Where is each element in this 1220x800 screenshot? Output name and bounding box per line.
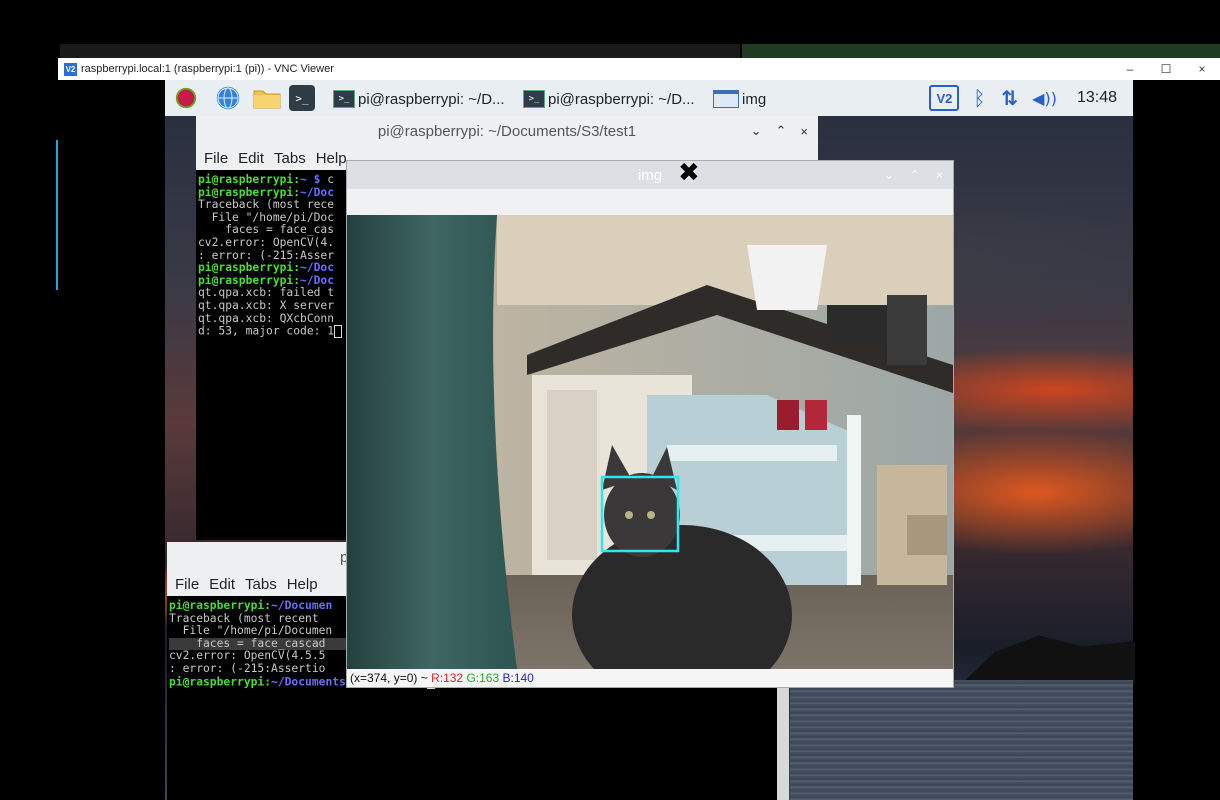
raspberry-menu-icon[interactable] xyxy=(173,85,199,111)
terminal-1-title: pi@raspberrypi: ~/Documents/S3/test1 xyxy=(377,122,637,140)
camera-image[interactable] xyxy=(347,215,953,669)
system-tray: V2 ᛒ ⇅ ◀)) 13:48 xyxy=(929,80,1133,116)
prompt-path: ~/Documen xyxy=(271,599,333,612)
img-title: img xyxy=(637,166,663,184)
cursor-coordinates: (x=374, y=0) ~ xyxy=(350,671,428,685)
img-statusbar: (x=374, y=0) ~ R:132 G:163 B:140 xyxy=(347,669,953,687)
task-img[interactable]: img xyxy=(713,87,766,111)
terminal-text: qt.qpa.xcb: X server xyxy=(198,298,335,312)
menu-help[interactable]: Help xyxy=(287,576,318,593)
terminal-2-scrollbar[interactable] xyxy=(777,686,789,800)
terminal-cursor xyxy=(334,325,343,339)
mouse-cursor-x-icon: ✖ xyxy=(678,158,700,188)
terminal-1-controls: ⌄ ⌃ × xyxy=(751,116,808,146)
prompt-path: ~/Doc xyxy=(300,261,335,275)
terminal-text: Traceback (most rece xyxy=(198,198,335,212)
menu-tabs[interactable]: Tabs xyxy=(245,576,277,593)
close-icon[interactable]: × xyxy=(936,168,943,182)
cat-photo xyxy=(347,215,953,669)
prompt-user-host: pi@raspberrypi: xyxy=(198,173,301,186)
prompt-user-host: pi@raspberrypi: xyxy=(169,675,272,689)
task-terminal-2[interactable]: >_ pi@raspberrypi: ~/D... xyxy=(523,87,695,111)
volume-icon[interactable]: ◀)) xyxy=(1032,89,1057,108)
pixel-blue-value: B:140 xyxy=(502,671,534,685)
vnc-title: raspberrypi.local:1 (raspberrypi:1 (pi))… xyxy=(81,63,334,75)
terminal-1-titlebar: pi@raspberrypi: ~/Documents/S3/test1 ⌄ ⌃… xyxy=(196,116,818,146)
terminal-text: : error: (-215:Assertio xyxy=(169,661,326,675)
minimize-chevron-icon[interactable]: ⌄ xyxy=(751,123,762,139)
bluetooth-icon[interactable]: ᛒ xyxy=(973,86,985,110)
terminal-text: faces = face_cascad xyxy=(169,636,326,650)
terminal-text: faces = face_cas xyxy=(198,223,335,237)
rpi-taskbar: >_ >_ pi@raspberrypi: ~/D... >_ pi@raspb… xyxy=(165,80,1133,116)
menu-edit[interactable]: Edit xyxy=(238,150,264,167)
menu-file[interactable]: File xyxy=(175,576,199,593)
terminal-text: qt.qpa.xcb: QXcbConn xyxy=(198,311,335,325)
close-button[interactable]: × xyxy=(1184,58,1220,80)
prompt-user-host: pi@raspberrypi: xyxy=(169,599,272,612)
prompt-user-host: pi@raspberrypi: xyxy=(198,273,301,287)
browser-globe-icon[interactable] xyxy=(215,85,241,111)
prompt-path: ~/Doc xyxy=(300,185,335,199)
terminal-text: cv2.error: OpenCV(4.5.5 xyxy=(169,649,326,663)
terminal-text: File "/home/pi/Documen xyxy=(169,624,333,638)
maximize-chevron-icon[interactable]: ⌃ xyxy=(910,168,920,182)
window-icon xyxy=(713,90,739,108)
menu-tabs[interactable]: Tabs xyxy=(274,150,306,167)
pixel-green-value: G:163 xyxy=(466,671,500,685)
minimize-chevron-icon[interactable]: ⌄ xyxy=(884,168,894,182)
img-toolbar xyxy=(347,189,953,215)
maximize-button[interactable]: ☐ xyxy=(1148,58,1184,80)
prompt-user-host: pi@raspberrypi: xyxy=(198,261,301,275)
task-terminal-1-label: pi@raspberrypi: ~/D... xyxy=(358,90,505,108)
menu-help[interactable]: Help xyxy=(316,150,347,167)
img-window: img ⌄ ⌃ × (x=374, y=0) ~ R:132 G:163 B:1… xyxy=(346,160,954,688)
terminal-text: Traceback (most recent xyxy=(169,611,326,625)
menu-edit[interactable]: Edit xyxy=(209,576,235,593)
vnc-tray-icon[interactable]: V2 xyxy=(929,85,960,111)
task-img-label: img xyxy=(742,90,767,108)
vnc-logo-icon: V2 xyxy=(64,62,77,76)
prompt-path: ~ $ xyxy=(300,173,328,186)
host-accent-bar xyxy=(56,140,58,290)
terminal-text: d: 53, major code: 1 xyxy=(198,324,335,338)
network-arrows-icon[interactable]: ⇅ xyxy=(1001,86,1018,110)
terminal-text: File "/home/pi/Doc xyxy=(198,210,335,224)
terminal-launcher-icon[interactable]: >_ xyxy=(289,85,315,111)
img-titlebar: img ⌄ ⌃ × xyxy=(347,161,953,189)
terminal-icon: >_ xyxy=(523,90,545,108)
terminal-text: c xyxy=(327,173,335,186)
close-icon[interactable]: × xyxy=(800,124,808,139)
menu-file[interactable]: File xyxy=(204,150,228,167)
terminal-text: qt.qpa.xcb: failed t xyxy=(198,286,335,300)
prompt-user-host: pi@raspberrypi: xyxy=(198,185,301,199)
terminal-text: cv2.error: OpenCV(4. xyxy=(198,235,335,249)
file-manager-folder-icon[interactable] xyxy=(251,85,283,111)
clock[interactable]: 13:48 xyxy=(1077,89,1117,107)
pixel-red-value: R:132 xyxy=(431,671,464,685)
vnc-titlebar: V2 raspberrypi.local:1 (raspberrypi:1 (p… xyxy=(58,58,1220,80)
host-background-window xyxy=(742,44,1220,58)
wallpaper-sea xyxy=(790,680,1133,800)
maximize-chevron-icon[interactable]: ⌃ xyxy=(776,123,787,139)
task-terminal-2-label: pi@raspberrypi: ~/D... xyxy=(548,90,695,108)
prompt-path: ~/Doc xyxy=(300,273,335,287)
minimize-button[interactable]: – xyxy=(1112,58,1148,80)
task-terminal-1[interactable]: >_ pi@raspberrypi: ~/D... xyxy=(333,87,505,111)
img-window-controls: ⌄ ⌃ × xyxy=(884,161,943,189)
terminal-icon: >_ xyxy=(333,90,355,108)
terminal-text: : error: (-215:Asser xyxy=(198,248,335,262)
